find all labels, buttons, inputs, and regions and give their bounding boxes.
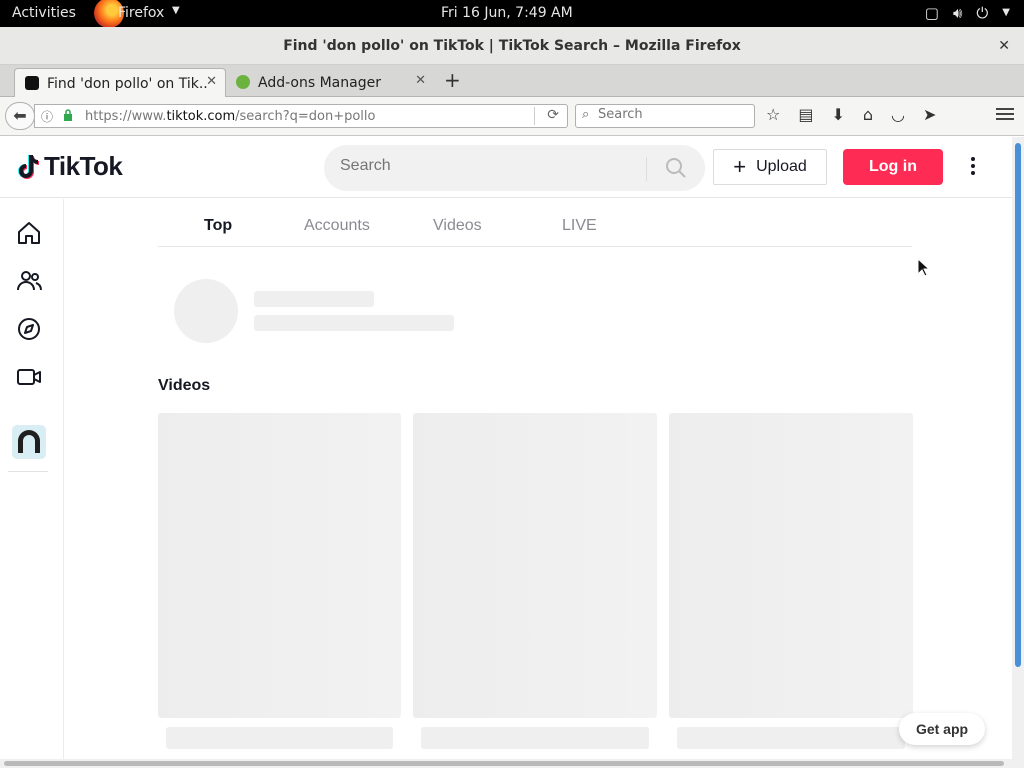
mouse-cursor-icon	[917, 258, 931, 277]
logo-text: TikTok	[44, 151, 123, 181]
account-desc-placeholder	[254, 315, 454, 331]
vertical-scrollbar[interactable]	[1012, 137, 1024, 759]
account-avatar-placeholder	[174, 279, 238, 343]
search-divider	[646, 157, 647, 181]
home-icon[interactable]	[16, 220, 42, 246]
login-button[interactable]: Log in	[843, 149, 943, 185]
following-icon[interactable]	[16, 268, 42, 294]
volume-icon: 🔊︎	[952, 4, 963, 22]
system-top-bar: Activities Firefox ▼ Fri 16 Jun, 7:49 AM…	[0, 0, 1024, 28]
url-bar[interactable]: ⓘ https://www.tiktok.com/search?q=don+po…	[34, 104, 568, 128]
firefox-search-box[interactable]: ⌕	[575, 104, 755, 128]
window-title: Find 'don pollo' on TikTok | TikTok Sear…	[283, 38, 741, 54]
search-tabs: Top Accounts Videos LIVE	[158, 199, 912, 247]
lock-icon	[64, 109, 72, 121]
window-icon: ▢	[924, 4, 939, 22]
power-icon: ⏻	[976, 4, 989, 22]
system-tray[interactable]: ▢ 🔊︎ ⏻ ▼	[925, 4, 1010, 22]
tiktok-favicon-icon	[25, 76, 39, 90]
upload-button[interactable]: + Upload	[713, 149, 827, 185]
scrollbar-thumb[interactable]	[4, 761, 1004, 766]
explore-icon[interactable]	[16, 316, 42, 342]
close-tab-icon[interactable]: ✕	[206, 74, 217, 89]
tab-accounts[interactable]: Accounts	[304, 217, 370, 235]
profile-avatar[interactable]	[12, 425, 46, 459]
activities-button[interactable]: Activities	[12, 5, 76, 21]
puzzle-piece-icon	[236, 75, 250, 89]
url-text: https://www.tiktok.com/search?q=don+poll…	[85, 109, 376, 124]
page-content: TikTok + Upload Log in	[0, 137, 1012, 759]
sidebar-divider	[8, 471, 48, 472]
toolbar-icons: ☆ ▤ ⬇ ⌂ ◡ ➤	[766, 105, 936, 124]
horizontal-scrollbar[interactable]	[0, 759, 1024, 768]
tab-strip: Find 'don pollo' on Tik... ✕ Add-ons Man…	[0, 65, 1024, 97]
caret-down-icon: ▼	[1002, 7, 1010, 18]
close-window-button[interactable]: ✕	[998, 27, 1010, 65]
tab-label: Add-ons Manager	[258, 75, 381, 91]
send-icon[interactable]: ➤	[923, 105, 936, 124]
video-card-placeholder[interactable]	[158, 413, 401, 718]
separator	[534, 107, 535, 125]
tab-videos[interactable]: Videos	[433, 217, 482, 235]
upload-label: Upload	[756, 158, 807, 175]
tab-addons-manager[interactable]: Add-ons Manager ✕	[226, 68, 434, 97]
video-card-placeholder[interactable]	[413, 413, 657, 718]
download-icon[interactable]: ⬇	[831, 105, 844, 124]
navigation-toolbar: ⓘ https://www.tiktok.com/search?q=don+po…	[0, 97, 1024, 136]
app-menu-button[interactable]: Firefox	[118, 5, 164, 21]
get-app-button[interactable]: Get app	[899, 713, 985, 745]
close-tab-icon[interactable]: ✕	[415, 73, 426, 88]
tiktok-search-bar[interactable]	[324, 145, 705, 191]
reload-icon[interactable]: ⟳	[547, 107, 559, 123]
video-caption-placeholder	[166, 727, 393, 749]
caret-down-icon: ▼	[172, 5, 180, 16]
tab-tiktok-search[interactable]: Find 'don pollo' on Tik... ✕	[14, 68, 226, 97]
tiktok-search-input[interactable]	[340, 157, 640, 175]
videos-heading: Videos	[158, 377, 211, 394]
reading-list-icon[interactable]: ▤	[798, 105, 813, 124]
plus-icon: +	[733, 154, 747, 179]
account-name-placeholder	[254, 291, 374, 307]
menu-button[interactable]	[996, 105, 1014, 123]
tiktok-note-icon	[18, 154, 39, 179]
firefox-search-input[interactable]	[598, 107, 748, 122]
search-icon[interactable]	[664, 156, 688, 180]
bookmark-star-icon[interactable]: ☆	[766, 105, 780, 124]
window-title-bar: Find 'don pollo' on TikTok | TikTok Sear…	[0, 27, 1024, 65]
video-caption-placeholder	[677, 727, 905, 749]
back-button[interactable]: ⬅	[5, 102, 35, 130]
sidebar	[0, 199, 64, 759]
more-options-icon[interactable]	[965, 155, 981, 179]
tab-live[interactable]: LIVE	[562, 217, 597, 235]
video-card-placeholder[interactable]	[669, 413, 913, 718]
tab-label: Find 'don pollo' on Tik...	[47, 76, 207, 92]
info-icon[interactable]: ⓘ	[41, 108, 53, 125]
tiktok-logo[interactable]: TikTok	[16, 151, 123, 182]
new-tab-button[interactable]: +	[444, 68, 461, 92]
video-caption-placeholder	[421, 727, 649, 749]
tab-top[interactable]: Top	[204, 217, 232, 235]
search-icon: ⌕	[582, 107, 590, 122]
scrollbar-thumb[interactable]	[1015, 143, 1021, 667]
tiktok-header: TikTok + Upload Log in	[0, 137, 1012, 198]
live-icon[interactable]	[16, 364, 42, 390]
clock[interactable]: Fri 16 Jun, 7:49 AM	[441, 5, 573, 21]
pocket-icon[interactable]: ◡	[891, 105, 905, 124]
home-icon[interactable]: ⌂	[863, 105, 873, 124]
